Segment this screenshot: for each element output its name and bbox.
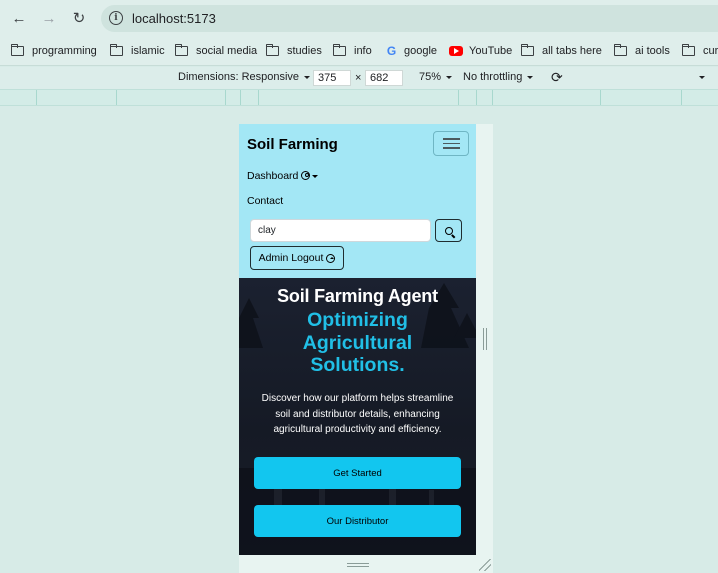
bookmark-label: studies	[287, 45, 322, 57]
times-sign: ×	[355, 72, 362, 84]
bookmark-studies[interactable]: studies	[265, 43, 322, 59]
media-query-ruler	[0, 89, 718, 106]
hero-description: Discover how our platform helps streamli…	[261, 393, 454, 435]
hero-title: Soil Farming Agent	[277, 286, 438, 306]
corner-resize-handle[interactable]	[479, 559, 491, 571]
bookmark-ai-tools[interactable]: ai tools	[613, 43, 670, 59]
ruler-marker[interactable]	[116, 90, 117, 105]
folder-icon	[109, 43, 123, 56]
address-bar[interactable]: i localhost:5173	[101, 5, 718, 32]
bookmarks-bar: programming islamic social media studies…	[0, 37, 718, 66]
app-brand[interactable]: Soil Farming	[247, 136, 338, 153]
caret-down-icon	[312, 175, 319, 178]
throttling-label: No throttling	[463, 71, 523, 83]
nav-dashboard-label: Dashboard	[247, 170, 299, 182]
ruler-marker[interactable]	[476, 90, 477, 105]
app-navbar: Soil Farming Dashboard Contact clay Admi…	[239, 124, 476, 278]
ruler-marker[interactable]	[225, 90, 226, 105]
folder-icon	[520, 43, 534, 56]
nav-contact[interactable]: Contact	[247, 195, 283, 207]
dimensions-dropdown[interactable]: Dimensions: Responsive	[178, 71, 311, 83]
ruler-marker[interactable]	[258, 90, 259, 105]
width-input[interactable]: 375	[313, 70, 351, 86]
search-icon	[444, 226, 453, 235]
bookmark-youtube[interactable]: YouTube	[449, 43, 512, 59]
bookmark-social-media[interactable]: social media	[174, 43, 258, 59]
zoom-dropdown[interactable]: 75%	[419, 71, 453, 83]
ruler-marker[interactable]	[36, 90, 37, 105]
folder-icon	[681, 43, 695, 56]
folder-icon	[332, 43, 346, 56]
bookmark-label: islamic	[131, 45, 165, 57]
caret-down-icon	[446, 76, 453, 79]
more-options-caret-icon[interactable]	[697, 71, 705, 83]
height-input[interactable]: 682	[365, 70, 403, 86]
bookmark-all-tabs-here[interactable]: all tabs here	[520, 43, 602, 59]
bookmark-label: all tabs here	[542, 45, 602, 57]
search-button[interactable]	[435, 219, 462, 242]
logout-label: Admin Logout	[258, 252, 324, 264]
rotate-icon[interactable]: ⟳	[551, 69, 563, 86]
search-input[interactable]: clay	[250, 219, 431, 242]
bookmark-google[interactable]: Ggoogle	[385, 43, 437, 59]
reload-icon[interactable]: ↻	[69, 8, 89, 28]
hero-subtitle: Optimizing Agricultural Solutions.	[239, 309, 476, 377]
bookmark-label: ai tools	[635, 45, 670, 57]
nav-dashboard-dropdown[interactable]: Dashboard	[247, 170, 319, 182]
arrow-up-circle-icon	[326, 253, 336, 263]
bookmark-islamic[interactable]: islamic	[109, 43, 165, 59]
youtube-icon	[449, 46, 463, 56]
forward-arrow-icon[interactable]: →	[39, 8, 59, 28]
browser-toolbar: ← → ↻ i localhost:5173	[0, 0, 718, 37]
caret-down-icon	[527, 76, 534, 79]
dimensions-label: Dimensions: Responsive	[178, 71, 300, 83]
hero-subtitle-line: Agricultural	[302, 331, 413, 354]
ruler-marker[interactable]	[681, 90, 682, 105]
folder-icon	[613, 43, 627, 56]
google-icon: G	[386, 44, 397, 58]
url-text: localhost:5173	[132, 11, 216, 26]
ruler-marker[interactable]	[240, 90, 241, 105]
hero-subtitle-line: Optimizing	[307, 309, 408, 331]
user-circle-icon	[301, 171, 311, 180]
ruler-marker[interactable]	[600, 90, 601, 105]
folder-icon	[265, 43, 279, 56]
right-resize-handle[interactable]	[483, 328, 487, 350]
bookmark-label: programming	[32, 45, 97, 57]
bookmark-label: social media	[196, 45, 258, 57]
folder-icon	[10, 43, 24, 56]
bookmark-label: YouTube	[469, 45, 513, 57]
hero-subtitle-line: Solutions.	[310, 354, 405, 376]
site-info-icon[interactable]: i	[109, 11, 123, 25]
bookmark-label: google	[404, 45, 438, 57]
bookmark-label: cur	[703, 45, 718, 57]
device-viewport: Soil Farming Dashboard Contact clay Admi…	[239, 124, 476, 555]
back-arrow-icon[interactable]: ←	[9, 8, 29, 28]
folder-icon	[174, 43, 188, 56]
bookmark-label: info	[354, 45, 372, 57]
device-toolbar: Dimensions: Responsive 375 × 682 75% No …	[0, 67, 718, 89]
admin-logout-button[interactable]: Admin Logout	[250, 246, 344, 270]
hamburger-menu-icon[interactable]	[433, 131, 469, 156]
ruler-marker[interactable]	[492, 90, 493, 105]
zoom-label: 75%	[419, 71, 442, 83]
bookmark-cur[interactable]: cur	[681, 43, 718, 59]
get-started-button[interactable]: Get Started	[254, 457, 461, 489]
throttling-dropdown[interactable]: No throttling	[463, 71, 534, 83]
bookmark-programming[interactable]: programming	[10, 43, 97, 59]
caret-down-icon	[304, 76, 311, 79]
bookmark-info[interactable]: info	[332, 43, 372, 59]
hero-section: Soil Farming Agent Optimizing Agricultur…	[239, 278, 476, 555]
ruler-marker[interactable]	[458, 90, 459, 105]
bottom-resize-handle[interactable]	[347, 563, 369, 567]
our-distributor-button[interactable]: Our Distributor	[254, 505, 461, 537]
